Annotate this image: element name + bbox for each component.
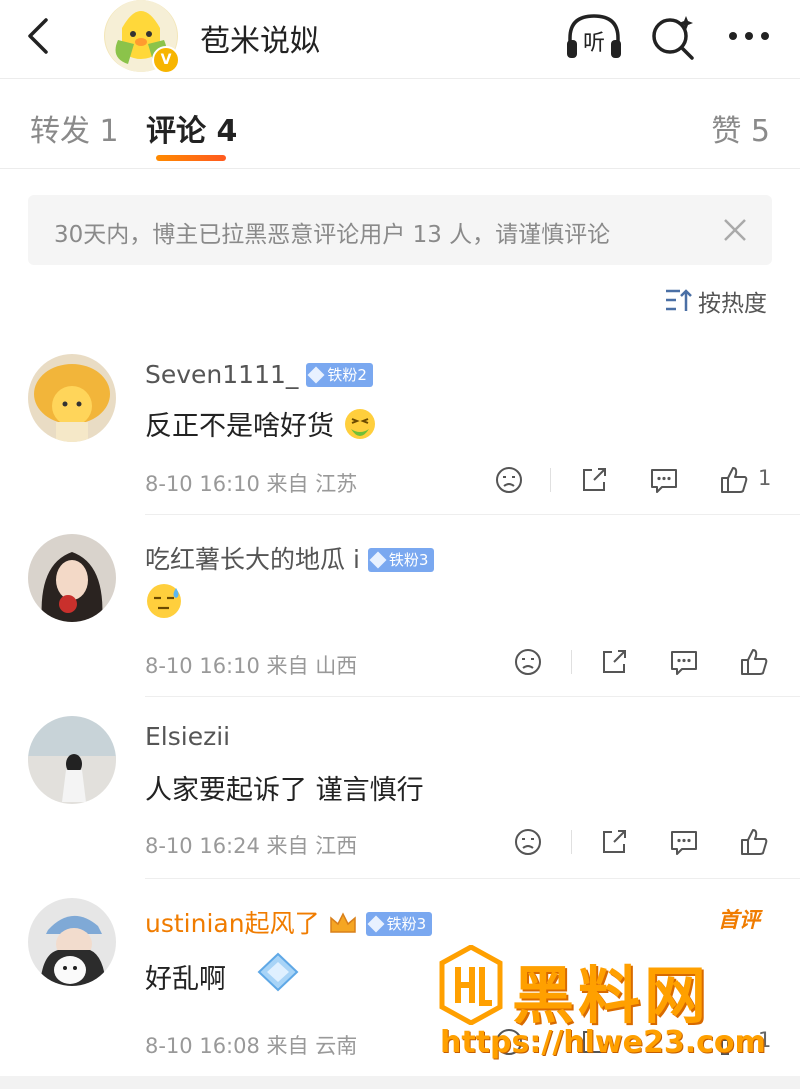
commenter-name[interactable]: 吃红薯长大的地瓜 i 铁粉3 [145,540,435,576]
user-avatar-image [28,534,116,622]
header-divider [0,78,800,79]
watermark-url: https://hlwe23.com [440,1025,766,1060]
sort-label: 按热度 [698,291,767,317]
like-count: 1 [758,466,772,490]
crown-icon [329,912,356,933]
comment-bubble-icon[interactable] [648,464,680,496]
tabs-divider [0,168,800,169]
comment-actions [0,826,800,862]
avatar[interactable] [28,716,116,804]
comment-text-content: 好乱啊 [145,964,226,995]
comment-text: 反正不是啥好货 [145,404,377,443]
tab-like[interactable]: 赞 5 [711,106,770,150]
comment-text-content: 反正不是啥好货 [145,411,334,442]
watermark-brand: 黑料网 [512,959,711,1032]
vomit-emoji-icon [344,409,375,439]
comment-divider [145,878,800,879]
user-avatar-image [28,354,116,442]
share-icon[interactable] [578,464,610,496]
verified-badge: V [152,46,180,74]
fan-badge-label: 铁粉3 [386,915,427,933]
commenter-name[interactable]: Seven1111_ 铁粉2 [145,360,373,389]
action-separator [571,650,572,674]
share-icon[interactable] [598,826,630,858]
comment-item: Elsiezii 人家要起诉了 谨言慎行 8-10 16:24 来自 江西 [0,716,800,879]
avatar[interactable] [28,898,116,986]
comment-item: 吃红薯长大的地瓜 i 铁粉3 8-10 16:10 来自 山西 [0,534,800,697]
comment-divider [145,696,800,697]
comment-actions: 1 [0,464,800,500]
fan-badge: 铁粉3 [365,912,433,936]
comment-divider [145,514,800,515]
back-arrow-icon[interactable] [18,14,58,58]
sort-icon [666,289,692,311]
avatar[interactable] [28,534,116,622]
comment-bubble-icon[interactable] [668,826,700,858]
commenter-name-text: 吃红薯长大的地瓜 i [145,545,360,574]
headphones-icon: 听 [567,14,621,58]
thumbs-up-icon[interactable] [738,646,770,678]
listen-label: 听 [583,31,605,56]
watermark: 黑料网 https://hlwe23.com [436,945,776,1065]
fan-badge-label: 铁粉3 [388,551,429,569]
diamond-icon [367,915,385,933]
blogger-name[interactable]: 苞米说姒 [200,16,320,60]
commenter-name-text: Seven1111_ [145,360,299,389]
active-tab-indicator [156,155,226,161]
notice-text: 30天内，博主已拉黑恶意评论用户 13 人，请谨慎评论 [54,222,611,248]
top-nav-bar: V 苞米说姒 听 [0,0,800,78]
fan-badge: 铁粉2 [306,363,373,387]
tab-repost[interactable]: 转发 1 [30,106,119,150]
sweat-face-emoji-icon [147,584,181,618]
search-icon[interactable] [646,8,698,64]
bottom-bar [0,1076,800,1089]
user-avatar-image [28,898,116,986]
more-options-icon[interactable] [724,16,774,56]
comment-actions [0,646,800,682]
dislike-face-icon[interactable] [512,646,544,678]
comment-bubble-icon[interactable] [668,646,700,678]
commenter-name-text: ustinian起风了 [145,909,320,938]
commenter-name[interactable]: ustinian起风了 铁粉3 [145,904,433,940]
action-separator [571,830,572,854]
comment-item: Seven1111_铁粉2 反正不是啥好货 8-10 16:10 来自 江苏 [0,352,800,515]
fan-badge-label: 铁粉2 [327,366,367,384]
comment-text: 好乱啊 [145,950,303,996]
close-icon[interactable] [720,215,750,245]
first-comment-tag: 首评 [718,908,760,932]
user-avatar-image [28,716,116,804]
watermark-logo-icon [439,945,503,1025]
dislike-face-icon[interactable] [512,826,544,858]
diamond-icon [369,551,387,569]
thumbs-up-icon[interactable] [738,826,770,858]
avatar[interactable] [28,354,116,442]
diamond-icon [307,366,325,384]
listen-button[interactable]: 听 [564,10,624,64]
commenter-name[interactable]: Elsiezii [145,722,230,751]
share-icon[interactable] [598,646,630,678]
moderation-notice: 30天内，博主已拉黑恶意评论用户 13 人，请谨慎评论 [28,195,772,265]
tab-comment[interactable]: 评论 4 [146,106,237,150]
diamond-sticker-icon [257,952,299,992]
comment-text [145,582,183,621]
fan-badge: 铁粉3 [367,548,435,572]
action-separator [550,468,551,492]
comment-text: 人家要起诉了 谨言慎行 [145,775,424,806]
dislike-face-icon[interactable] [493,464,525,496]
thumbs-up-icon[interactable] [718,464,750,496]
